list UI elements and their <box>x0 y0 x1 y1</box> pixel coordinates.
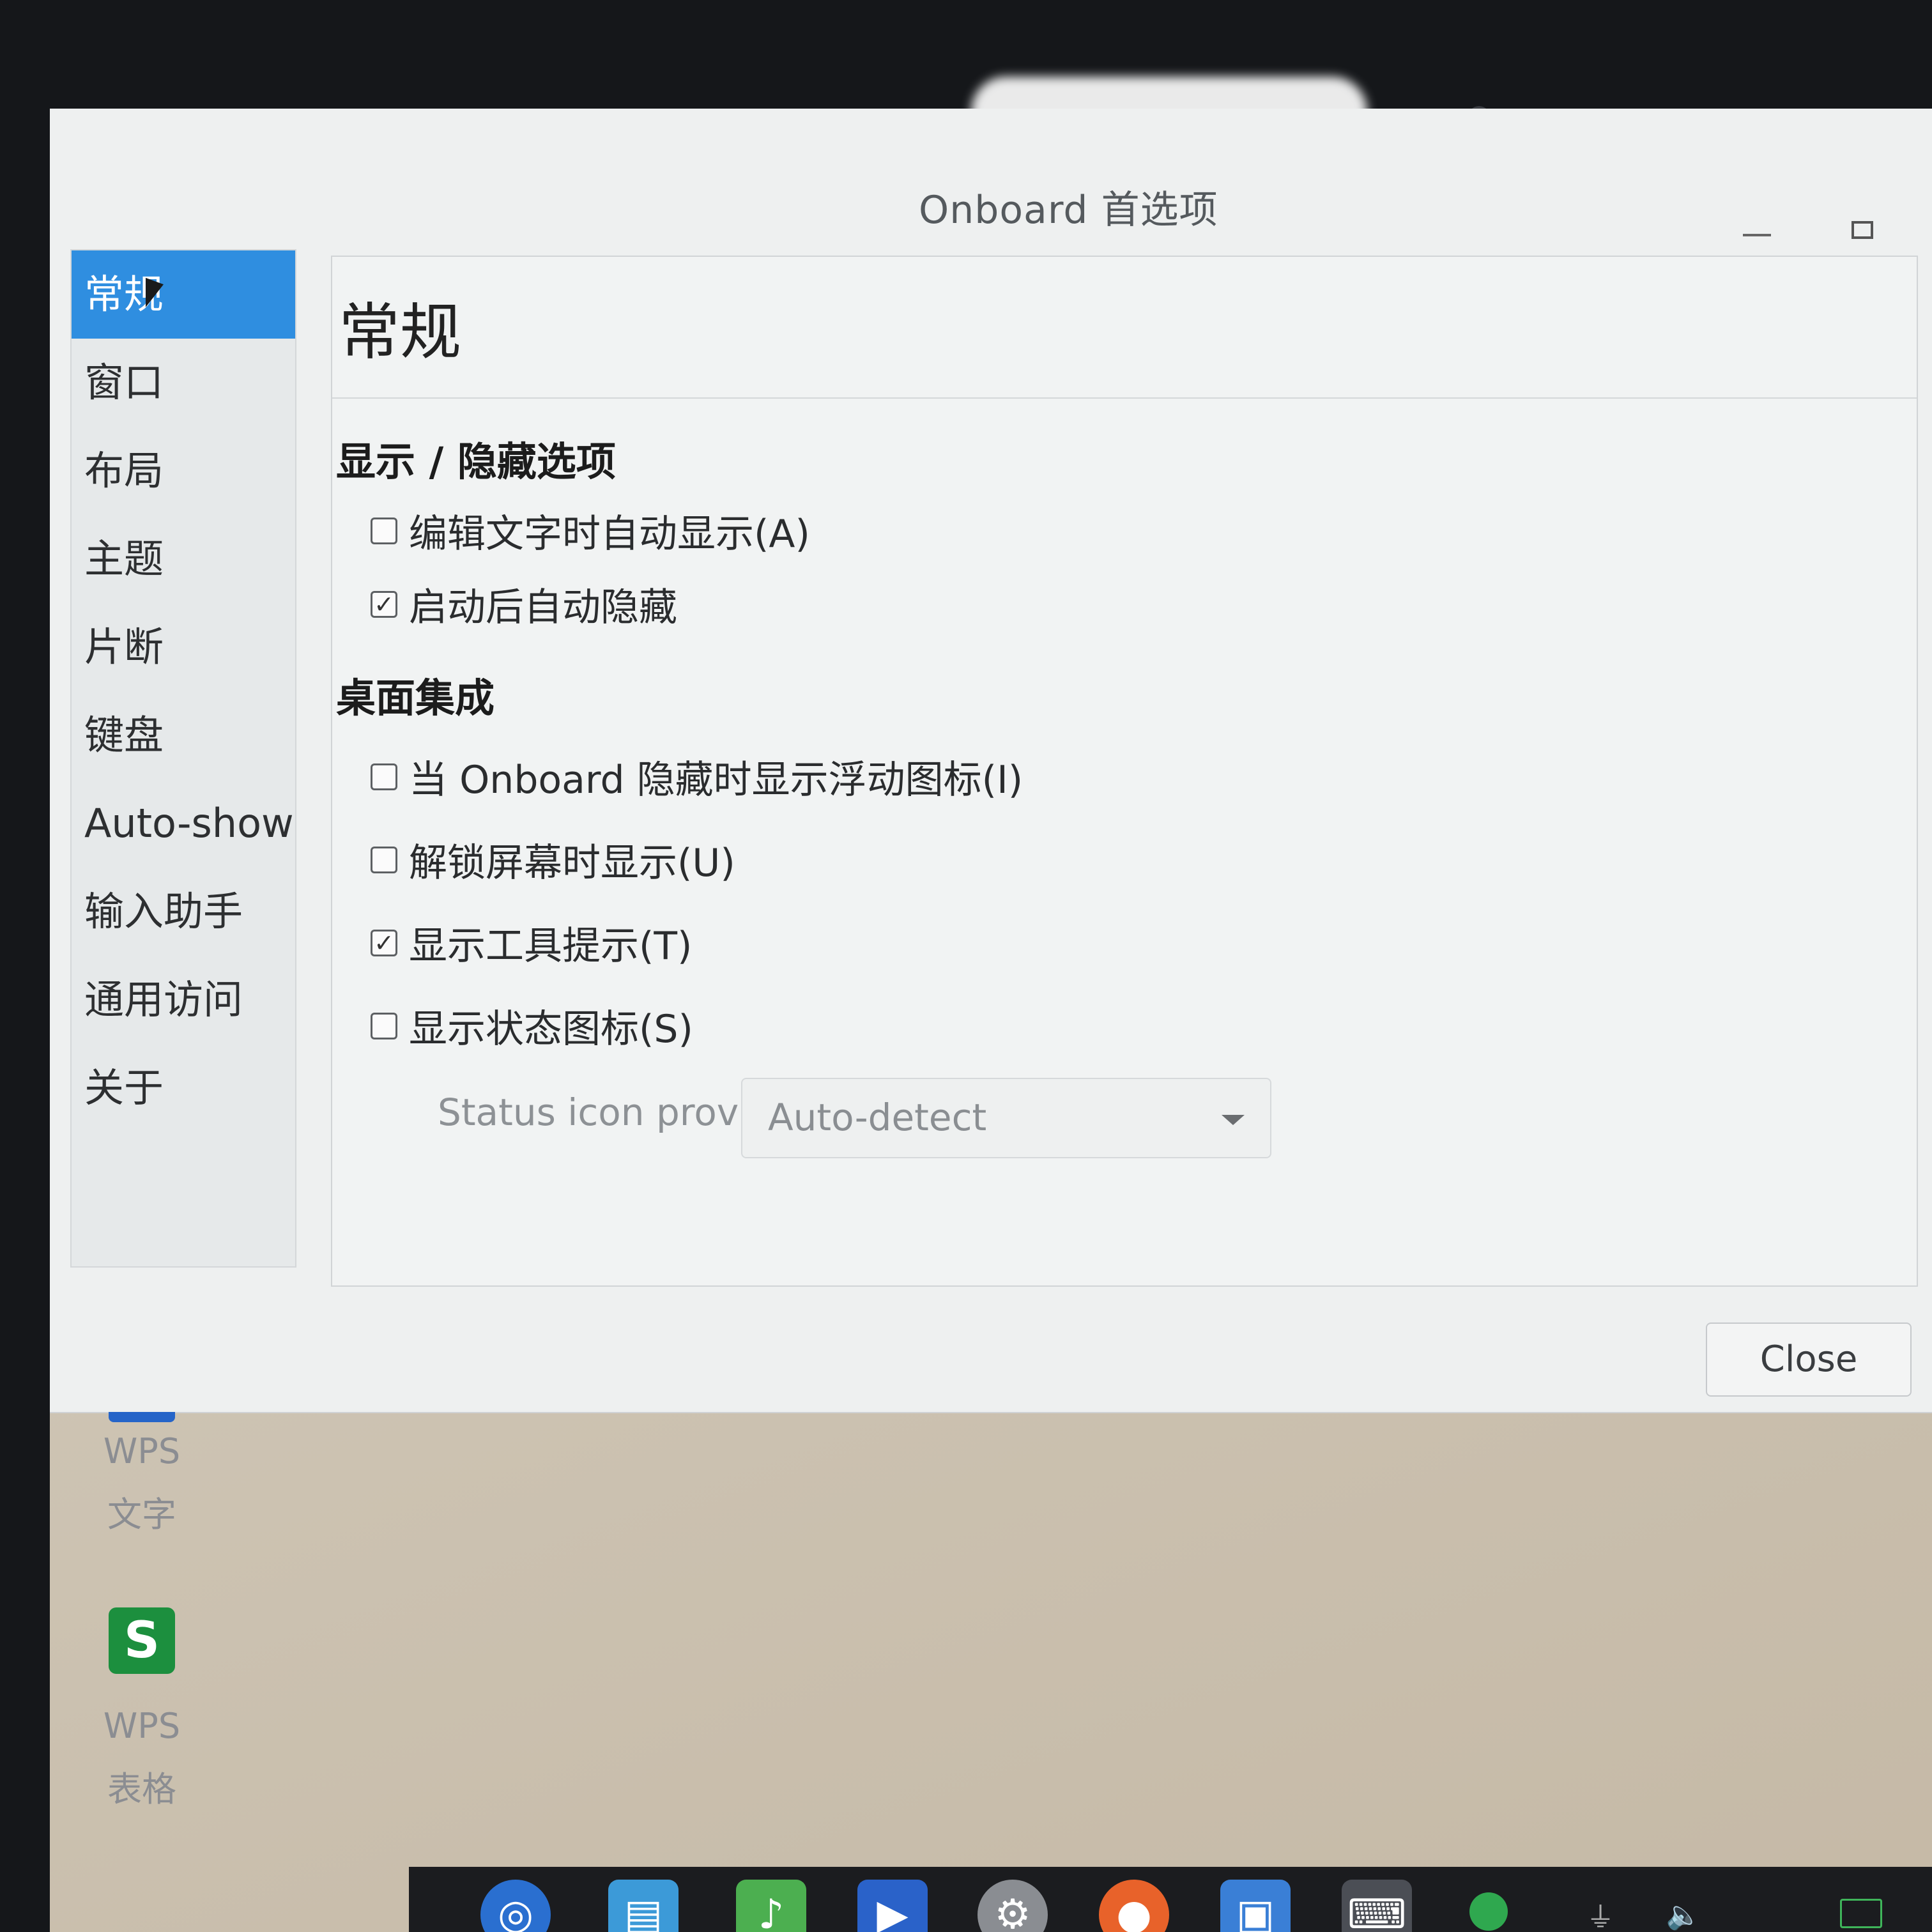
checkbox-unchecked-icon[interactable] <box>371 517 397 544</box>
close-button[interactable]: Close <box>1706 1322 1912 1397</box>
checkbox-unchecked-icon[interactable] <box>371 1012 397 1039</box>
sidebar-item-about[interactable]: 关于 <box>72 1044 295 1132</box>
firefox-icon[interactable]: ● <box>1099 1880 1169 1932</box>
page-header: 常规 <box>332 257 1917 399</box>
window-title: Onboard 首选项 <box>919 188 1218 233</box>
mouse-cursor-icon <box>146 277 164 314</box>
title-bar[interactable]: Onboard 首选项 <box>50 109 1932 239</box>
dropdown-value: Auto-detect <box>768 1096 987 1139</box>
chevron-down-icon <box>1222 1115 1245 1125</box>
show-tooltips-option[interactable]: ✓ 显示工具提示(T) <box>371 915 692 970</box>
sidebar-item-theme[interactable]: 主题 <box>72 515 295 603</box>
battery-icon[interactable] <box>1840 1899 1882 1928</box>
page-title: 常规 <box>339 296 461 368</box>
checkbox-checked-icon[interactable]: ✓ <box>371 929 397 956</box>
wps-writer-icon[interactable] <box>109 1412 175 1422</box>
checkbox-unchecked-icon[interactable] <box>371 763 397 790</box>
screen: Onboard 首选项 常规 窗口 布局 主题 片断 键盘 Auto-show … <box>50 109 1932 1932</box>
wps-spreadsheet-icon[interactable]: S <box>109 1607 175 1674</box>
option-label: 解锁屏幕时显示(U) <box>409 841 735 885</box>
settings-panel: 常规 显示 / 隐藏选项 编辑文字时自动显示(A) ✓ 启动后自动隐藏 桌面集成… <box>331 256 1918 1287</box>
launcher-icon[interactable]: ◎ <box>480 1880 551 1932</box>
sidebar-item-general[interactable]: 常规 <box>72 250 295 339</box>
sidebar-item-snippets[interactable]: 片断 <box>72 603 295 691</box>
option-label: 编辑文字时自动显示(A) <box>409 512 810 556</box>
show-on-unlock-option[interactable]: 解锁屏幕时显示(U) <box>371 832 735 887</box>
desktop-icon-label: 文字 <box>107 1494 176 1535</box>
workspace-icon[interactable]: ▣ <box>1220 1880 1291 1932</box>
section-title-show-hide: 显示 / 隐藏选项 <box>336 438 616 485</box>
auto-hide-startup-option[interactable]: ✓ 启动后自动隐藏 <box>371 576 677 632</box>
show-status-icon-option[interactable]: 显示状态图标(S) <box>371 998 693 1054</box>
sidebar-item-input-assist[interactable]: 输入助手 <box>72 868 295 956</box>
sidebar-item-keyboard[interactable]: 键盘 <box>72 691 295 779</box>
file-manager-icon[interactable]: ▤ <box>608 1880 678 1932</box>
section-title-desktop-integration: 桌面集成 <box>336 675 495 721</box>
checkbox-checked-icon[interactable]: ✓ <box>371 590 397 618</box>
option-label: 当 Onboard 隐藏时显示浮动图标(I) <box>409 758 1023 802</box>
desktop-icon-label: 表格 <box>107 1769 176 1809</box>
onboard-preferences-dialog: Onboard 首选项 常规 窗口 布局 主题 片断 键盘 Auto-show … <box>50 109 1932 1413</box>
sidebar-item-layout[interactable]: 布局 <box>72 427 295 515</box>
taskbar: ◎ ▤ ♪ ▶ ⚙ ● ▣ ⌨ ⏚ 🔈 <box>409 1867 1932 1932</box>
usb-icon[interactable]: ⏚ <box>1565 1880 1636 1932</box>
sidebar: 常规 窗口 布局 主题 片断 键盘 Auto-show 输入助手 通用访问 关于 <box>70 249 296 1268</box>
sidebar-item-accessibility[interactable]: 通用访问 <box>72 956 295 1044</box>
network-icon[interactable] <box>1469 1892 1508 1931</box>
maximize-button[interactable] <box>1851 221 1873 239</box>
checkbox-unchecked-icon[interactable] <box>371 846 397 873</box>
music-icon[interactable]: ♪ <box>736 1880 806 1932</box>
option-label: 启动后自动隐藏 <box>409 585 677 630</box>
settings-icon[interactable]: ⚙ <box>977 1880 1048 1932</box>
keyboard-icon[interactable]: ⌨ <box>1342 1880 1412 1932</box>
option-label: 显示状态图标(S) <box>409 1007 693 1052</box>
sidebar-item-window[interactable]: 窗口 <box>72 339 295 427</box>
volume-icon[interactable]: 🔈 <box>1648 1880 1719 1932</box>
minimize-button[interactable] <box>1743 234 1771 236</box>
auto-show-editing-option[interactable]: 编辑文字时自动显示(A) <box>371 503 810 558</box>
desktop-icon-label: WPS <box>103 1431 181 1471</box>
floating-icon-option[interactable]: 当 Onboard 隐藏时显示浮动图标(I) <box>371 749 1023 804</box>
option-label: 显示工具提示(T) <box>409 924 693 969</box>
status-icon-provider-dropdown[interactable]: Auto-detect <box>741 1078 1271 1158</box>
video-icon[interactable]: ▶ <box>857 1880 928 1932</box>
desktop-icon-label: WPS <box>103 1706 181 1746</box>
sidebar-item-auto-show[interactable]: Auto-show <box>72 779 295 868</box>
